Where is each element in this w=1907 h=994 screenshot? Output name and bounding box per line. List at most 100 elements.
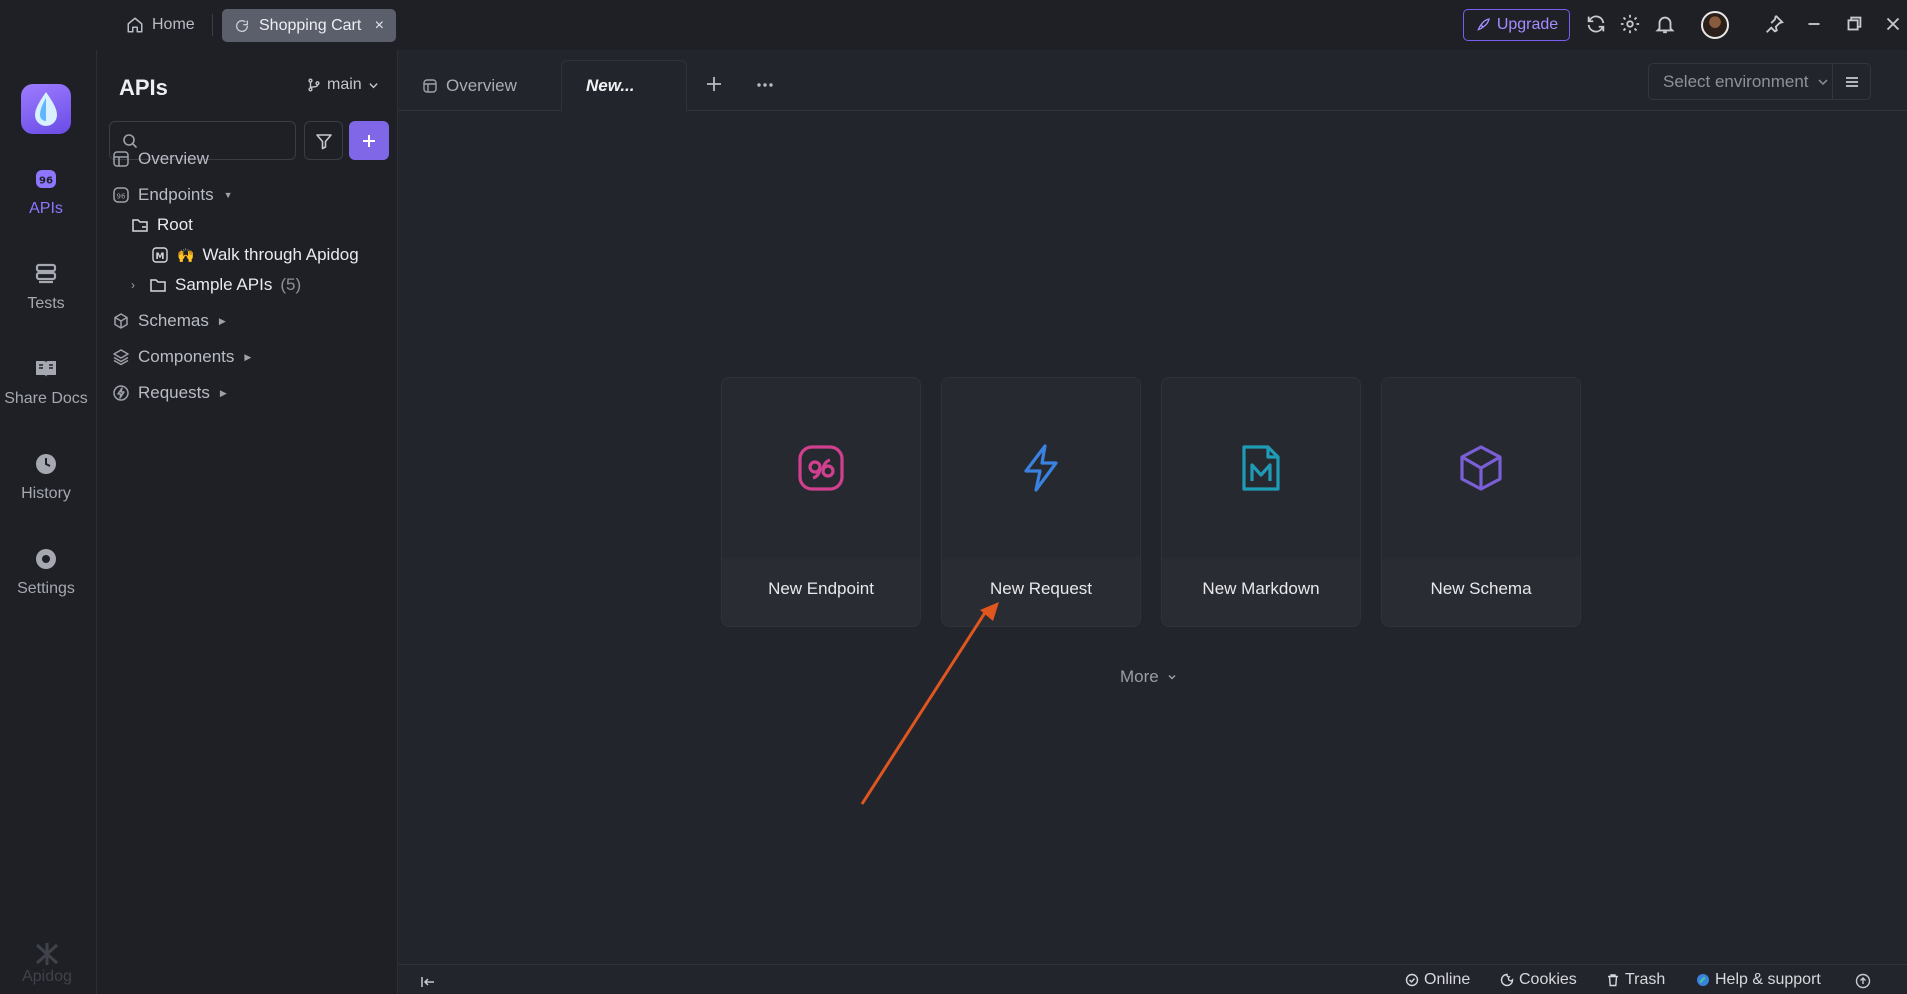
chevron-down-icon [1168,674,1176,680]
help-label: Help & support [1715,971,1821,988]
caret-down-icon[interactable]: ▼ [224,190,233,200]
brand-logo-icon [35,943,59,965]
rail-item-apis[interactable]: 96 APIs [0,166,92,218]
new-schema-card[interactable]: New Schema [1381,377,1581,627]
home-tab-label: Home [152,16,195,33]
tab-new[interactable]: New... [561,60,687,111]
caret-right-icon[interactable]: ▶ [244,352,251,363]
tree-item-requests[interactable]: Requests ▶ [112,381,227,405]
tree-item-root[interactable]: Root [131,213,193,237]
new-markdown-card[interactable]: New Markdown [1161,377,1361,627]
tree-emoji: 🙌 [177,246,195,263]
rail-item-history[interactable]: History [0,451,92,503]
tests-icon [35,263,57,284]
more-tabs-icon[interactable] [755,75,775,95]
bolt-icon [1024,444,1058,492]
close-window-icon[interactable] [1882,13,1904,35]
filter-button[interactable] [304,121,343,160]
hamburger-icon [1845,76,1858,87]
filter-icon [315,133,332,149]
svg-text:96: 96 [39,176,53,187]
tab-label: New... [586,75,635,95]
bell-icon[interactable] [1654,13,1676,35]
environment-select[interactable]: Select environment [1648,63,1833,100]
upload-circle-icon[interactable] [1855,973,1871,989]
item-count: (5) [280,275,302,294]
rail-item-share-docs[interactable]: Share Docs [0,356,92,408]
upgrade-label: Upgrade [1496,16,1559,33]
rail-label-history: History [21,485,71,502]
help-globe-icon [1697,974,1709,986]
online-label: Online [1424,971,1471,988]
tree-item-endpoints[interactable]: 96 Endpoints ▼ [112,183,233,207]
home-icon [127,17,143,33]
card-label: New Endpoint [768,579,874,598]
status-bar: Online Cookies Trash Help & support [398,964,1907,994]
trash-label: Trash [1625,971,1666,988]
tree-item-components[interactable]: Components ▶ [112,345,251,369]
rocket-icon [1477,18,1490,31]
minimize-icon[interactable] [1803,13,1825,35]
card-label: New Request [989,579,1093,598]
upgrade-button[interactable]: Upgrade [1463,9,1570,41]
trash-button[interactable]: Trash [1606,971,1665,989]
rail-label-apis: APIs [29,200,63,217]
card-icon-area [722,378,920,558]
rail-item-settings[interactable]: Settings [0,546,92,598]
collapse-sidebar-icon[interactable] [420,974,436,990]
branch-selector[interactable]: main [307,76,379,94]
cube-icon [1460,445,1502,491]
bolt-icon [113,385,129,401]
project-tab-shopping-cart[interactable]: Shopping Cart × [222,9,396,42]
caret-right-icon[interactable]: ▶ [220,388,227,399]
tree-item-walk-through-apidog[interactable]: M 🙌 Walk through Apidog [151,243,359,267]
new-request-card[interactable]: New Request [941,377,1141,627]
branch-icon [308,78,320,92]
chevron-down-icon [369,82,378,88]
gear-icon [36,549,56,569]
folder-icon [132,219,148,232]
sync-icon[interactable] [1585,13,1607,35]
tree-item-sample-apis[interactable]: › Sample APIs (5) [131,273,301,297]
project-icon [236,19,249,32]
api-icon: 96 [36,170,56,188]
title-bar: Home Shopping Cart × Upgrade [0,0,1907,50]
tree-label: Endpoints [138,185,214,204]
card-icon-area [1162,378,1360,558]
home-tab[interactable]: Home [126,12,195,38]
help-support-button[interactable]: Help & support [1696,971,1821,989]
brand-watermark: Apidog [18,942,76,986]
environment-menu-button[interactable] [1833,63,1871,100]
tab-overview[interactable]: Overview [398,60,541,111]
droplet-logo-icon [35,92,57,126]
chevron-right-icon[interactable]: › [131,278,141,292]
project-tab-label: Shopping Cart [259,16,362,34]
pin-icon[interactable] [1763,13,1785,35]
environment-placeholder: Select environment [1663,71,1809,91]
tree-item-schemas[interactable]: Schemas ▶ [112,309,226,333]
tree-item-overview[interactable]: Overview [112,147,209,171]
main-panel: Overview New... Select environment New E… [398,50,1907,994]
card-label: New Schema [1430,579,1532,598]
caret-right-icon[interactable]: ▶ [219,316,226,327]
online-status[interactable]: Online [1405,971,1470,989]
layers-icon [113,349,129,366]
plus-icon [363,134,375,147]
add-button[interactable] [349,121,389,160]
card-icon-area [1382,378,1580,558]
avatar[interactable] [1701,11,1729,39]
tab-label: Overview [446,75,517,95]
close-tab-icon[interactable]: × [375,17,384,35]
apis-sidebar: APIs main Overview 96 Endpoints ▼ Root M… [96,50,398,994]
restore-icon[interactable] [1843,13,1865,35]
add-tab-icon[interactable] [704,74,724,94]
rail-item-tests[interactable]: Tests [0,261,92,313]
tree-label: Sample APIs [175,275,273,294]
gear-icon[interactable] [1619,13,1641,35]
new-endpoint-card[interactable]: New Endpoint [721,377,921,627]
more-button[interactable]: More [1120,667,1177,687]
branch-label: main [327,76,362,93]
svg-text:96: 96 [117,193,126,201]
tab-divider [212,14,213,36]
cookies-button[interactable]: Cookies [1500,971,1577,989]
